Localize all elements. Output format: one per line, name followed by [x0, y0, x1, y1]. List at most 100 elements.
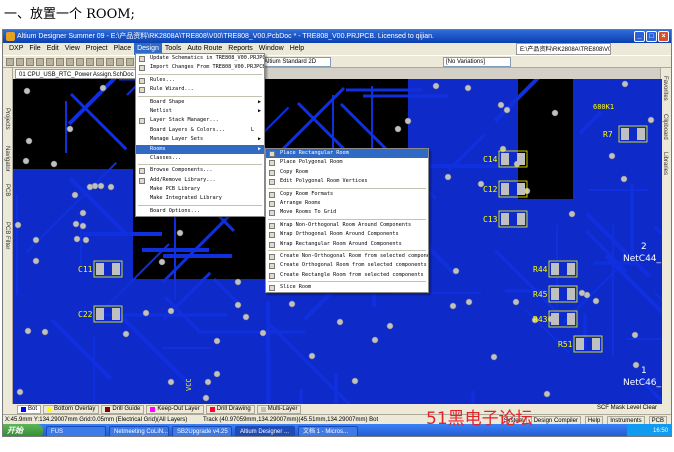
view-config-combo[interactable]: Altium Standard 2D	[261, 57, 331, 67]
menu-dxp[interactable]: DXP	[6, 43, 26, 55]
menu-file[interactable]: File	[26, 43, 43, 55]
menu-item-copy-room-formats[interactable]: Copy Room Formats	[266, 190, 428, 199]
taskbar-task[interactable]: SB2Upgrade v4.25	[172, 425, 232, 436]
toolbar-tool-icon[interactable]	[26, 58, 34, 66]
menu-item-layer-stack-manager[interactable]: Layer Stack Manager...	[136, 116, 264, 125]
menu-item-move-rooms-to-grid[interactable]: Move Rooms To Grid	[266, 208, 428, 217]
menu-item-label: Wrap Orthogonal Room Around Components	[280, 231, 399, 238]
toolbar-tool-icon[interactable]	[76, 58, 84, 66]
toolbar-tool-icon[interactable]	[36, 58, 44, 66]
panel-tab-favorites[interactable]: Favorites	[662, 76, 668, 101]
menu-item-import-changes-from-tre808-v00-prjpcb[interactable]: Import Changes From TRE808_V00.PRJPCB	[136, 63, 264, 72]
taskbar-task[interactable]: Netmeeting CoLiN...	[109, 425, 169, 436]
layer-tab-bottom-overlay[interactable]: Bottom Overlay	[43, 404, 100, 414]
menu-item-arrange-rooms[interactable]: Arrange Rooms	[266, 199, 428, 208]
net-label: NetC46_	[623, 378, 662, 388]
taskbar-task[interactable]: 文档 1 - Micros...	[298, 425, 358, 436]
toolbar-tool-icon[interactable]	[126, 58, 134, 66]
menu-item-update-schematics-in-tre808-v00-prjpcb[interactable]: Update Schematics in TRE808_V00.PRJPCB	[136, 54, 264, 63]
menu-item-copy-room[interactable]: Copy Room	[266, 168, 428, 177]
wrap-rect-icon	[269, 241, 275, 248]
menu-item-label: Slice Room	[280, 284, 312, 291]
menu-item-rules[interactable]: Rules...	[136, 76, 264, 85]
pcb-via	[394, 125, 402, 133]
taskbar-task[interactable]: Altium Designer ...	[235, 425, 295, 436]
pcb-pad	[501, 213, 509, 225]
pcb-pad	[576, 338, 584, 350]
menu-item-create-rectangle-room-from-selected-components[interactable]: Create Rectangle Room from selected comp…	[266, 271, 428, 280]
toolbar-tool-icon[interactable]	[86, 58, 94, 66]
toolbar-tool-icon[interactable]	[66, 58, 74, 66]
pcb-via	[122, 330, 130, 338]
mask-level-label[interactable]: SCF Mask Level Clear	[597, 405, 657, 411]
update-schematic-icon	[139, 56, 145, 62]
menu-item-classes[interactable]: Classes...	[136, 154, 264, 163]
toolbar-tool-icon[interactable]	[46, 58, 54, 66]
submenu-arrow-icon: ▶	[257, 136, 261, 143]
menu-item-place-rectangular-room[interactable]: Place Rectangular Room	[266, 149, 428, 159]
menu-item-create-orthogonal-room-from-selected-components[interactable]: Create Orthogonal Room from selected com…	[266, 261, 428, 270]
menu-item-rooms[interactable]: Rooms ▶	[136, 144, 264, 154]
layer-tab-keep-out-layer[interactable]: Keep-Out Layer	[146, 404, 204, 414]
menu-project[interactable]: Project	[83, 43, 111, 55]
menu-item-rule-wizard[interactable]: Rule Wizard...	[136, 85, 264, 94]
layer-tab-multi-layer[interactable]: Multi-Layer	[256, 404, 302, 414]
menu-item-board-options[interactable]: Board Options...	[136, 207, 264, 216]
layer-tab-bot[interactable]: Bot	[17, 404, 42, 414]
toolbar-tool-icon[interactable]	[96, 58, 104, 66]
panel-tab-libraries[interactable]: Libraries	[662, 152, 668, 175]
status-track: Track (40.97059mm,134.29007mm)(45.51mm,1…	[202, 417, 379, 423]
menu-item-wrap-orthogonal-room-around-components[interactable]: Wrap Orthogonal Room Around Components	[266, 230, 428, 239]
menu-item-netlist[interactable]: Netlist ▶	[136, 107, 264, 116]
panel-tab-clipboard[interactable]: Clipboard	[662, 114, 668, 140]
status-panel-design-compiler[interactable]: Design Compiler	[530, 416, 581, 424]
menu-item-create-non-orthogonal-room-from-selected-components[interactable]: Create Non-Orthogonal Room from selected…	[266, 252, 428, 261]
pcb-via	[608, 152, 616, 160]
status-panel-pcb[interactable]: PCB	[648, 416, 667, 424]
layer-tab-label: Drill Guide	[112, 406, 141, 412]
close-button[interactable]: ×	[658, 31, 669, 42]
menu-item-wrap-rectangular-room-around-components[interactable]: Wrap Rectangular Room Around Components	[266, 240, 428, 249]
menu-item-browse-components[interactable]: Browse Components...	[136, 166, 264, 175]
toolbar-tool-icon[interactable]	[6, 58, 14, 66]
panel-tab-pcb[interactable]: PCB	[4, 184, 10, 196]
menu-item-slice-room[interactable]: Slice Room	[266, 283, 428, 292]
pcb-via	[86, 183, 94, 191]
menu-help[interactable]: Help	[287, 43, 307, 55]
menu-separator	[268, 218, 426, 220]
layer-tab-drill-guide[interactable]: Drill Guide	[101, 404, 145, 414]
menu-item-wrap-non-orthogonal-room-around-components[interactable]: Wrap Non-Orthogonal Room Around Componen…	[266, 221, 428, 230]
menu-item-board-layers-colors[interactable]: Board Layers & Colors... L	[136, 126, 264, 135]
start-button[interactable]: 开始	[3, 424, 43, 436]
menu-edit[interactable]: Edit	[44, 43, 62, 55]
minimize-button[interactable]: _	[634, 31, 645, 42]
doc-tab-schdoc[interactable]: 01 CPU_USB_RTC_Power Assign.SchDoc	[15, 69, 138, 79]
variations-combo[interactable]: [No Variations]	[443, 57, 511, 67]
menu-item-edit-polygonal-room-vertices[interactable]: Edit Polygonal Room Vertices	[266, 177, 428, 186]
menu-item-make-pcb-library[interactable]: Make PCB Library	[136, 185, 264, 194]
status-panel-help[interactable]: Help	[584, 416, 604, 424]
panel-tab-projects[interactable]: Projects	[4, 108, 10, 130]
menu-item-manage-layer-sets[interactable]: Manage Layer Sets ▶	[136, 135, 264, 144]
panel-tab-navigator[interactable]: Navigator	[4, 146, 10, 172]
menu-view[interactable]: View	[62, 43, 83, 55]
menu-item-make-integrated-library[interactable]: Make Integrated Library	[136, 194, 264, 203]
taskbar-task[interactable]: FUS	[46, 425, 106, 436]
status-panel-instruments[interactable]: Instruments	[607, 416, 645, 424]
pcb-pad	[621, 128, 629, 140]
menu-item-board-shape[interactable]: Board Shape ▶	[136, 98, 264, 107]
pcb-pad	[567, 313, 575, 325]
maximize-button[interactable]: □	[646, 31, 657, 42]
workspace-path-combo[interactable]: E:\产品资料\RK2808A\TRE808\V00	[516, 43, 611, 55]
watermark-text: 51黑电子论坛	[426, 409, 533, 429]
toolbar-tool-icon[interactable]	[56, 58, 64, 66]
menu-place[interactable]: Place	[111, 43, 135, 55]
toolbar-tool-icon[interactable]	[116, 58, 124, 66]
pcb-via	[204, 378, 212, 386]
menu-item-place-polygonal-room[interactable]: Place Polygonal Room	[266, 158, 428, 167]
panel-tab-pcb-filter[interactable]: PCB Filter	[4, 222, 10, 249]
layer-tab-drill-drawing[interactable]: Drill Drawing	[205, 404, 255, 414]
menu-item-add-remove-library[interactable]: Add/Remove Library...	[136, 176, 264, 185]
toolbar-tool-icon[interactable]	[16, 58, 24, 66]
toolbar-tool-icon[interactable]	[106, 58, 114, 66]
